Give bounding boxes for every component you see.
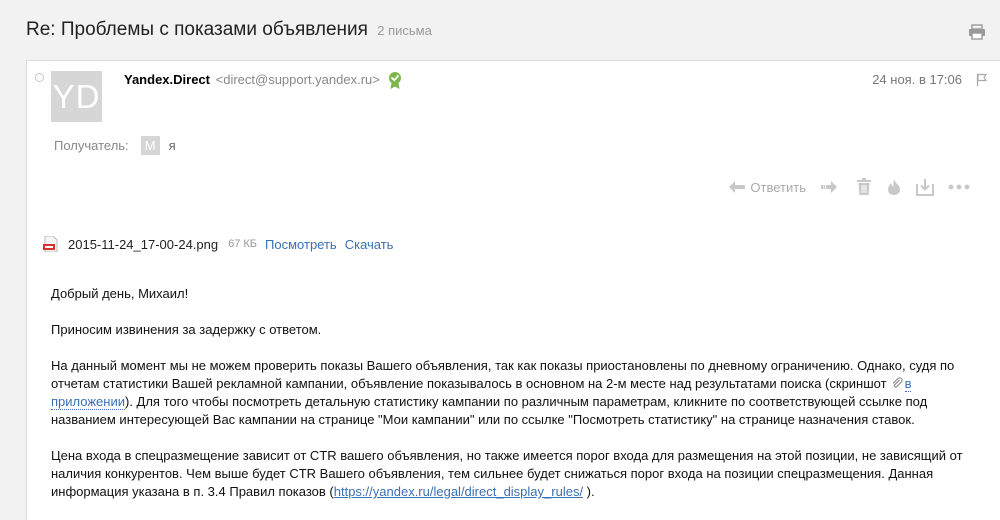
attachment-download-link[interactable]: Скачать [345, 237, 394, 252]
recipient-line: Получатель: М я [54, 136, 176, 155]
flag-icon[interactable] [976, 73, 988, 87]
more-icon [948, 184, 970, 190]
verified-sender-icon [387, 71, 403, 91]
spam-button[interactable] [886, 178, 902, 196]
thread-subject: Re: Проблемы с показами объявления 2 пис… [26, 19, 432, 41]
attachment-row: 2015-11-24_17-00-24.png 67 КБ Посмотреть… [43, 235, 393, 253]
message-body: Добрый день, Михаил! Приносим извинения … [51, 285, 971, 519]
statistics-paragraph: На данный момент мы не можем проверить п… [51, 357, 971, 429]
forward-arrow-icon [820, 180, 842, 194]
attachment-file-size: 67 КБ [228, 238, 258, 250]
fire-icon [886, 178, 902, 196]
thread-header: Re: Проблемы с показами объявления 2 пис… [0, 0, 1000, 60]
read-status-toggle[interactable] [35, 73, 44, 82]
recipient-avatar: М [140, 136, 160, 155]
sender-avatar: YD [51, 71, 102, 122]
attachment-file-name[interactable]: 2015-11-24_17-00-24.png [68, 237, 218, 252]
recipient-name[interactable]: я [169, 138, 176, 153]
reply-arrow-icon [728, 180, 746, 194]
statistics-text-2: ). Для того чтобы посмотреть детальную с… [51, 394, 928, 427]
message-card: YD Yandex.Direct <direct@support.yandex.… [26, 60, 1000, 520]
statistics-text-1: На данный момент мы не можем проверить п… [51, 358, 955, 391]
sender-email[interactable]: <direct@support.yandex.ru> [216, 72, 380, 87]
reply-label: Ответить [750, 179, 806, 195]
message-toolbar: Ответить [714, 177, 970, 197]
ctr-text-2: ). [583, 484, 595, 499]
ctr-paragraph: Цена входа в спецразмещение зависит от C… [51, 447, 971, 501]
display-rules-link[interactable]: https://yandex.ru/legal/direct_display_r… [334, 484, 583, 499]
greeting-paragraph: Добрый день, Михаил! [51, 286, 189, 301]
png-file-icon [43, 235, 59, 253]
sender-name[interactable]: Yandex.Direct [124, 72, 210, 87]
subject-text: Re: Проблемы с показами объявления [26, 19, 368, 40]
attachment-view-link[interactable]: Посмотреть [265, 237, 337, 252]
delete-button[interactable] [856, 178, 872, 196]
forward-button[interactable] [820, 180, 842, 194]
paperclip-icon [891, 376, 903, 388]
more-actions-button[interactable] [948, 184, 970, 190]
trash-icon [856, 178, 872, 196]
move-to-folder-button[interactable] [916, 178, 934, 196]
sender-line: Yandex.Direct <direct@support.yandex.ru> [124, 72, 380, 87]
message-date[interactable]: 24 ноя. в 17:06 [872, 72, 962, 87]
recipient-label: Получатель: [54, 138, 129, 153]
message-count[interactable]: 2 письма [377, 23, 432, 38]
reply-button[interactable]: Ответить [728, 180, 806, 195]
apology-paragraph: Приносим извинения за задержку с ответом… [51, 322, 322, 337]
download-icon [916, 178, 934, 196]
print-icon[interactable] [968, 24, 986, 40]
